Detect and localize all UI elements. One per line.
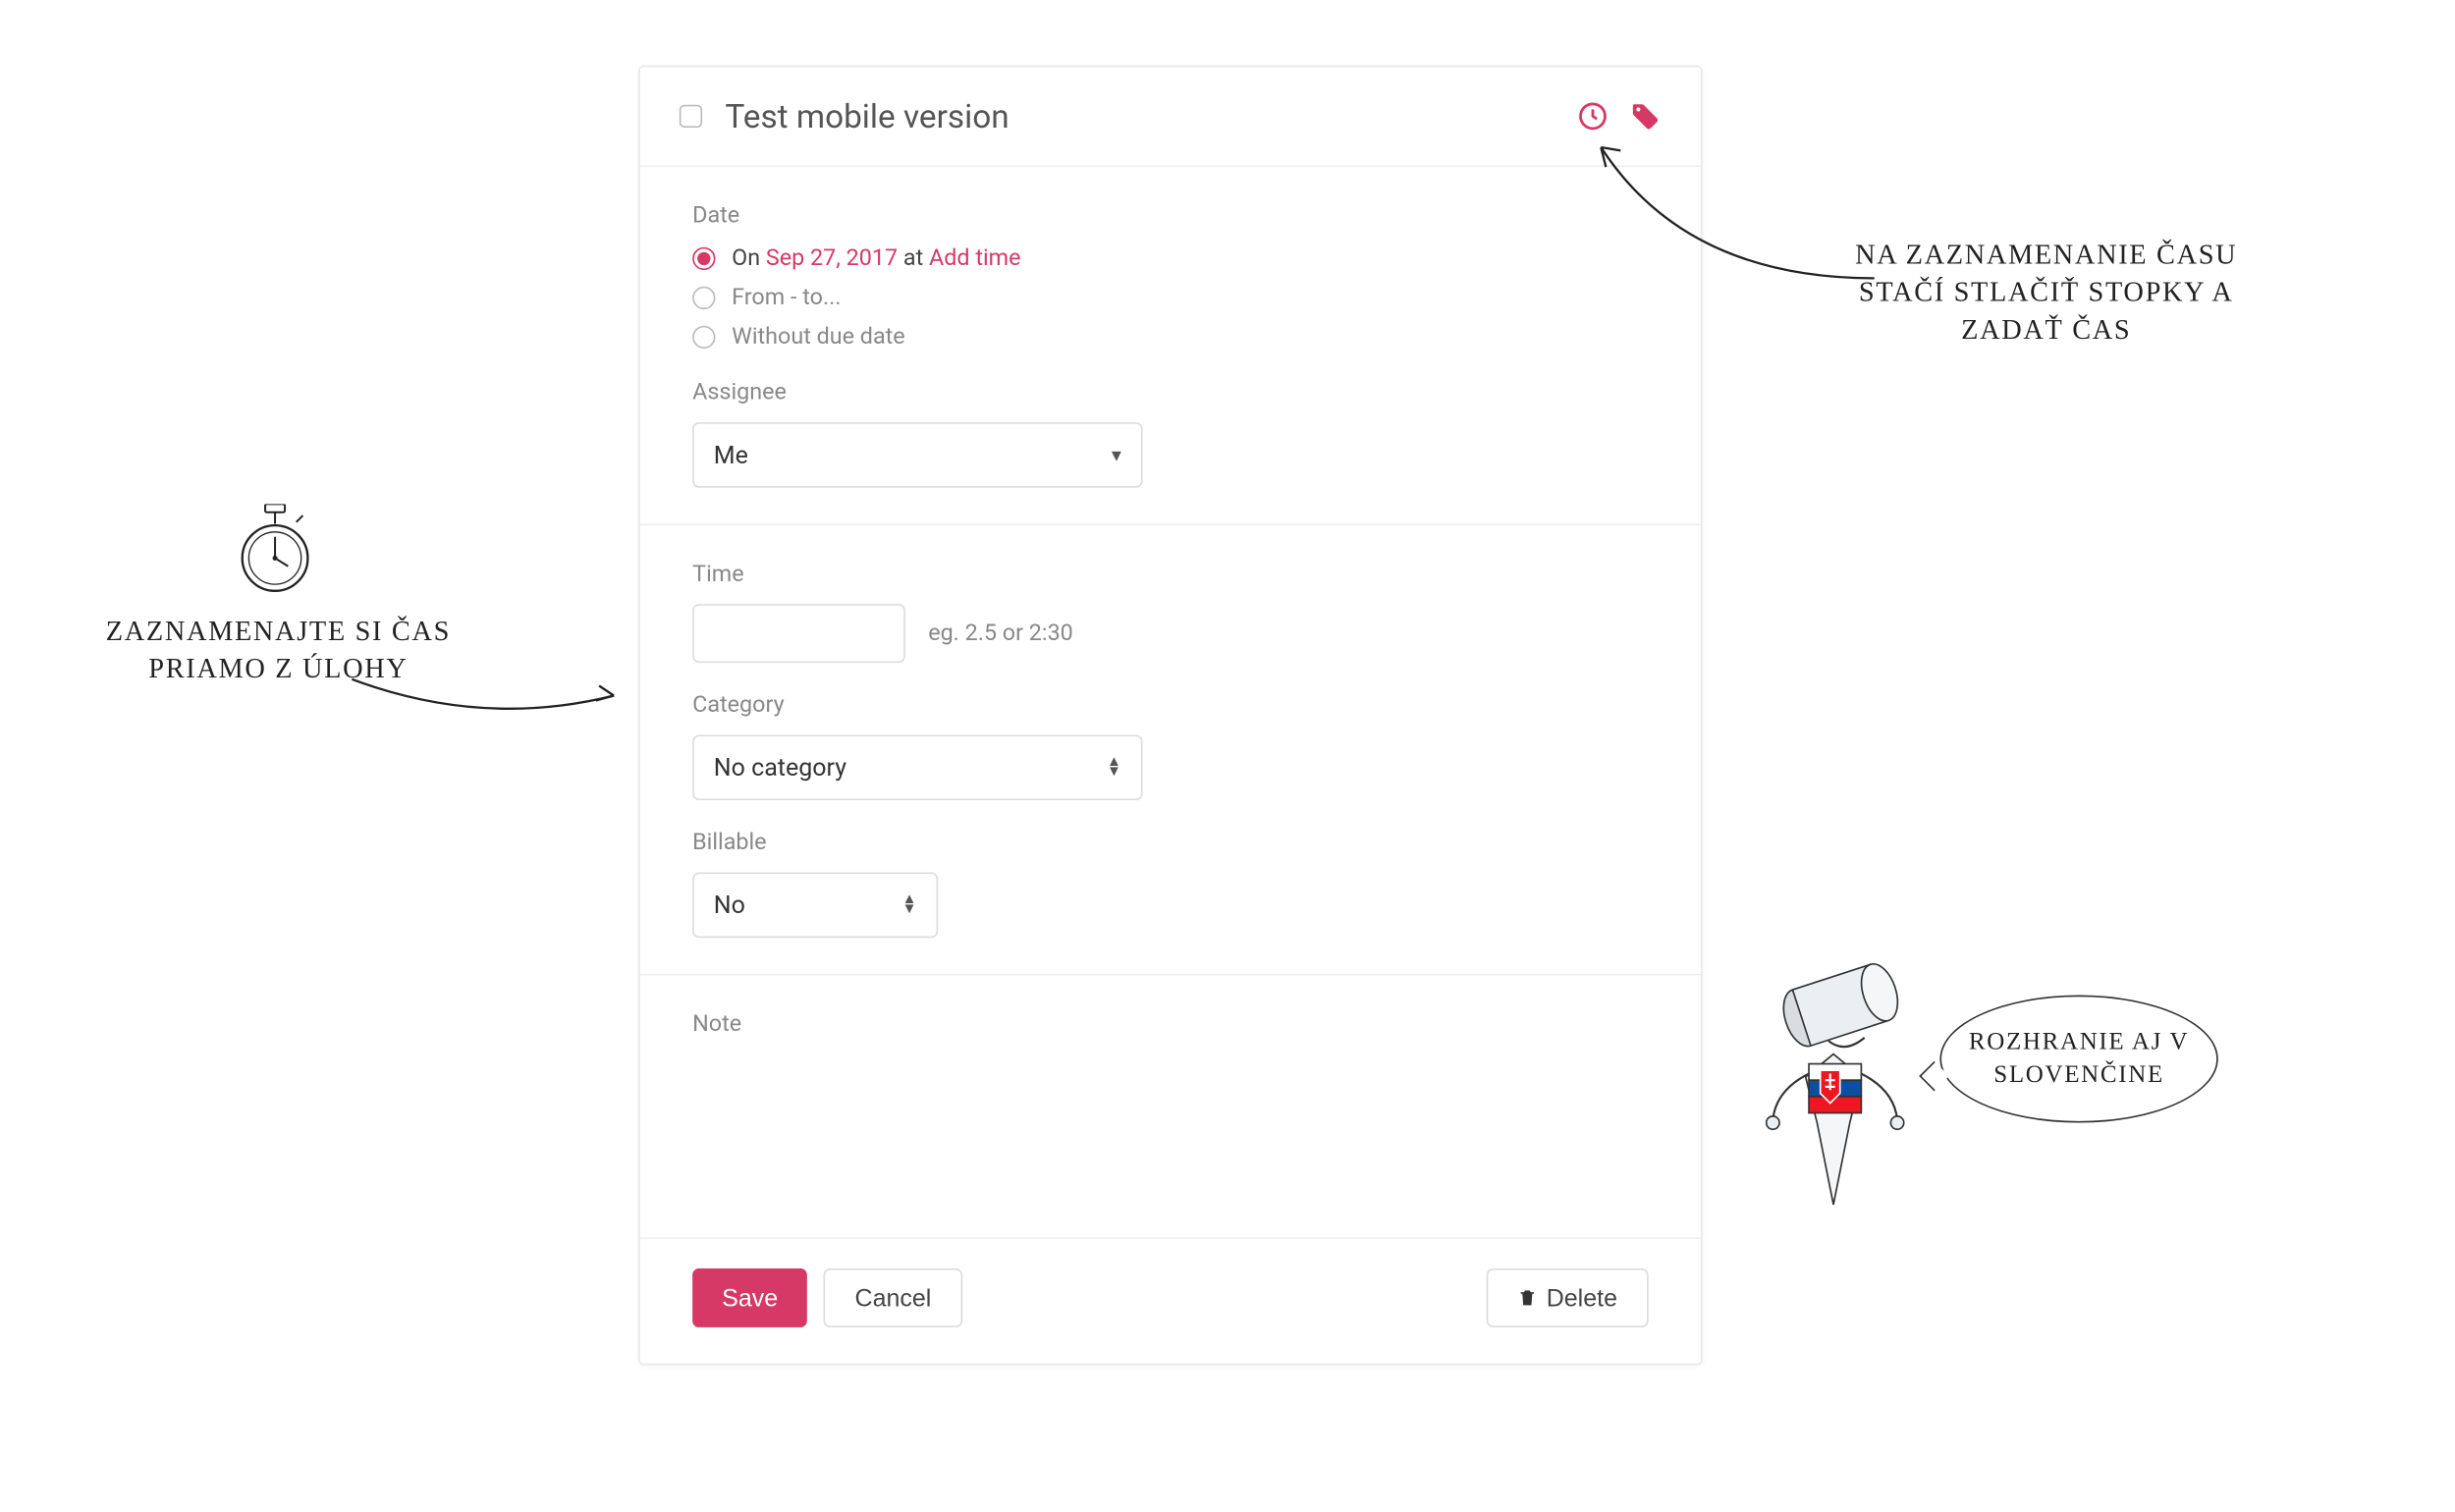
billable-select[interactable]: No ▲▼ xyxy=(692,873,938,939)
speech-bubble: ROZHRANIE AJ V SLOVENČINE xyxy=(1939,996,2217,1123)
cancel-button[interactable]: Cancel xyxy=(824,1269,962,1327)
date-option-without[interactable]: Without due date xyxy=(692,324,1649,351)
sort-icon: ▲▼ xyxy=(902,895,917,915)
radio-selected-icon xyxy=(692,247,715,270)
assignee-select[interactable]: Me ▾ xyxy=(692,422,1142,488)
task-complete-checkbox[interactable] xyxy=(680,105,702,128)
annotation-bubble: ROZHRANIE AJ V SLOVENČINE xyxy=(1951,1026,2207,1093)
billable-label: Billable xyxy=(692,830,1649,856)
category-select[interactable]: No category ▲▼ xyxy=(692,734,1142,800)
radio-icon xyxy=(692,287,715,309)
note-label: Note xyxy=(692,1011,1649,1038)
annotation-right: NA ZAZNAMENANIE ČASU STAČÍ STLAČIŤ STOPK… xyxy=(1833,238,2259,351)
note-textarea[interactable] xyxy=(692,1054,1649,1202)
date-on-text: On Sep 27, 2017 at Add time xyxy=(732,245,1020,272)
task-title[interactable]: Test mobile version xyxy=(725,96,1576,135)
note-section: Note xyxy=(640,976,1701,1239)
trash-icon xyxy=(1517,1286,1537,1309)
chevron-down-icon: ▾ xyxy=(1112,444,1121,466)
time-label: Time xyxy=(692,562,1649,588)
radio-icon xyxy=(692,326,715,349)
date-label: Date xyxy=(692,203,1649,230)
time-hint: eg. 2.5 or 2:30 xyxy=(928,621,1073,647)
date-section: Date On Sep 27, 2017 at Add time From - … xyxy=(640,167,1701,525)
billable-value: No xyxy=(714,891,745,920)
delete-button[interactable]: Delete xyxy=(1486,1269,1649,1327)
stopwatch-icon xyxy=(238,504,313,595)
card-footer: Save Cancel Delete xyxy=(640,1239,1701,1364)
assignee-label: Assignee xyxy=(692,380,1649,406)
mascot-robot-icon xyxy=(1727,959,1940,1254)
clock-icon[interactable] xyxy=(1576,100,1609,133)
header-actions xyxy=(1576,100,1662,133)
assignee-value: Me xyxy=(714,440,748,469)
task-card: Test mobile version Date On Sep 27, 2017… xyxy=(638,66,1703,1366)
category-value: No category xyxy=(714,753,846,783)
sort-icon: ▲▼ xyxy=(1107,758,1121,778)
date-option-on[interactable]: On Sep 27, 2017 at Add time xyxy=(692,245,1649,272)
date-without-text: Without due date xyxy=(732,324,905,351)
delete-label: Delete xyxy=(1547,1284,1617,1312)
tag-icon[interactable] xyxy=(1629,100,1662,133)
category-label: Category xyxy=(692,692,1649,719)
arrow-icon xyxy=(344,663,630,722)
save-button[interactable]: Save xyxy=(692,1269,807,1327)
task-header: Test mobile version xyxy=(640,67,1701,167)
time-input[interactable] xyxy=(692,604,905,663)
time-section: Time eg. 2.5 or 2:30 Category No categor… xyxy=(640,525,1701,975)
date-fromto-text: From - to... xyxy=(732,285,841,311)
date-option-fromto[interactable]: From - to... xyxy=(692,285,1649,311)
